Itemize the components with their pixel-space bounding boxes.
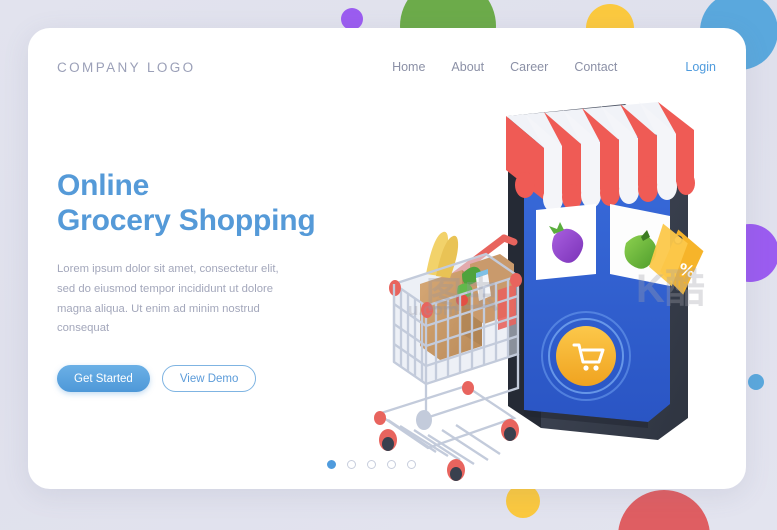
deco-circle-yellow-bottom bbox=[506, 484, 540, 518]
company-logo[interactable]: COMPANY LOGO bbox=[57, 60, 196, 75]
hero-illustration: % bbox=[358, 88, 746, 488]
main-navigation: Home About Career Contact Login bbox=[392, 60, 716, 74]
get-started-button[interactable]: Get Started bbox=[57, 365, 150, 393]
carousel-dot-2[interactable] bbox=[347, 460, 356, 469]
deco-circle-blue-small bbox=[748, 374, 764, 390]
landing-page-card: COMPANY LOGO Home About Career Contact L… bbox=[28, 28, 746, 489]
deco-circle-red-bottom bbox=[618, 490, 710, 530]
nav-link-login[interactable]: Login bbox=[685, 60, 716, 74]
nav-link-contact[interactable]: Contact bbox=[574, 60, 617, 74]
cart-wheels bbox=[379, 410, 519, 481]
view-demo-button[interactable]: View Demo bbox=[161, 365, 257, 393]
hero-button-row: Get Started View Demo bbox=[57, 365, 387, 393]
page-title-line-1: Online bbox=[57, 169, 150, 202]
page-title: Online Grocery Shopping bbox=[57, 168, 387, 238]
hero-section: Online Grocery Shopping Lorem ipsum dolo… bbox=[57, 168, 387, 393]
carousel-dot-1[interactable] bbox=[327, 460, 336, 469]
deco-circle-purple-small bbox=[341, 8, 363, 30]
nav-link-home[interactable]: Home bbox=[392, 60, 425, 74]
product-card-eggplant bbox=[536, 204, 596, 280]
hero-description: Lorem ipsum dolor sit amet, consectetur … bbox=[57, 263, 279, 335]
nav-link-about[interactable]: About bbox=[451, 60, 484, 74]
nav-link-career[interactable]: Career bbox=[510, 60, 548, 74]
page-title-line-2: Grocery Shopping bbox=[57, 204, 316, 238]
shopping-cart-illustration bbox=[374, 231, 522, 481]
